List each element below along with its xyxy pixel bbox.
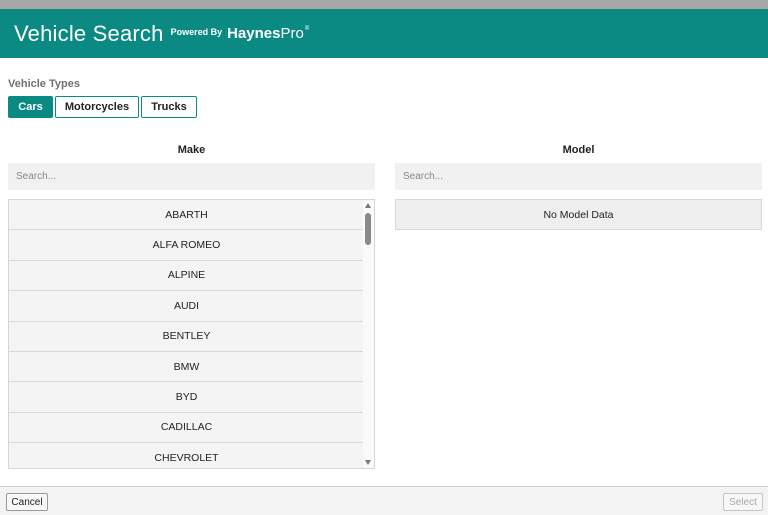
tab-motorcycles[interactable]: Motorcycles (55, 96, 139, 118)
model-heading: Model (562, 144, 595, 156)
make-item-cadillac[interactable]: CADILLAC (9, 412, 364, 444)
brand-name: Haynes (227, 24, 281, 42)
vehicle-type-tabs: Cars Motorcycles Trucks (8, 96, 197, 118)
model-search-input[interactable]: Search... (395, 163, 762, 190)
make-item-alfa-romeo[interactable]: ALFA ROMEO (9, 230, 364, 261)
brand-pro: Pro (280, 24, 304, 42)
app-header: Vehicle Search Powered By Haynes Pro ® (0, 9, 768, 58)
make-item-bmw[interactable]: BMW (9, 351, 364, 383)
tab-trucks[interactable]: Trucks (141, 96, 197, 118)
make-item-abarth[interactable]: ABARTH (9, 200, 364, 231)
make-item-chevrolet[interactable]: CHEVROLET (9, 443, 364, 468)
make-heading: Make (177, 144, 206, 156)
haynespro-logo: Haynes Pro ® (222, 24, 310, 42)
make-list-scrollbar[interactable] (363, 200, 374, 468)
make-item-alpine[interactable]: ALPINE (9, 260, 364, 292)
vehicle-types-label: Vehicle Types (8, 78, 80, 90)
registered-mark: ® (304, 25, 310, 32)
make-item-audi[interactable]: AUDI (9, 291, 364, 322)
scrollbar-thumb[interactable] (365, 213, 371, 245)
model-list-empty: No Model Data (395, 199, 762, 230)
make-item-bentley[interactable]: BENTLEY (9, 321, 364, 352)
make-search-input[interactable]: Search... (8, 163, 375, 190)
dialog-footer: Cancel Select (0, 486, 768, 515)
scroll-up-arrow-icon[interactable] (365, 203, 371, 208)
scroll-down-arrow-icon[interactable] (365, 460, 371, 465)
cancel-button[interactable]: Cancel (6, 493, 48, 511)
make-list: ABARTH ALFA ROMEO ALPINE AUDI BENTLEY BM… (8, 199, 375, 469)
window-top-strip (0, 0, 768, 9)
make-item-byd[interactable]: BYD (9, 382, 364, 413)
select-button[interactable]: Select (723, 493, 763, 511)
powered-by-label: Powered By (170, 27, 223, 37)
page-title: Vehicle Search (14, 20, 164, 46)
tab-cars[interactable]: Cars (8, 96, 53, 118)
